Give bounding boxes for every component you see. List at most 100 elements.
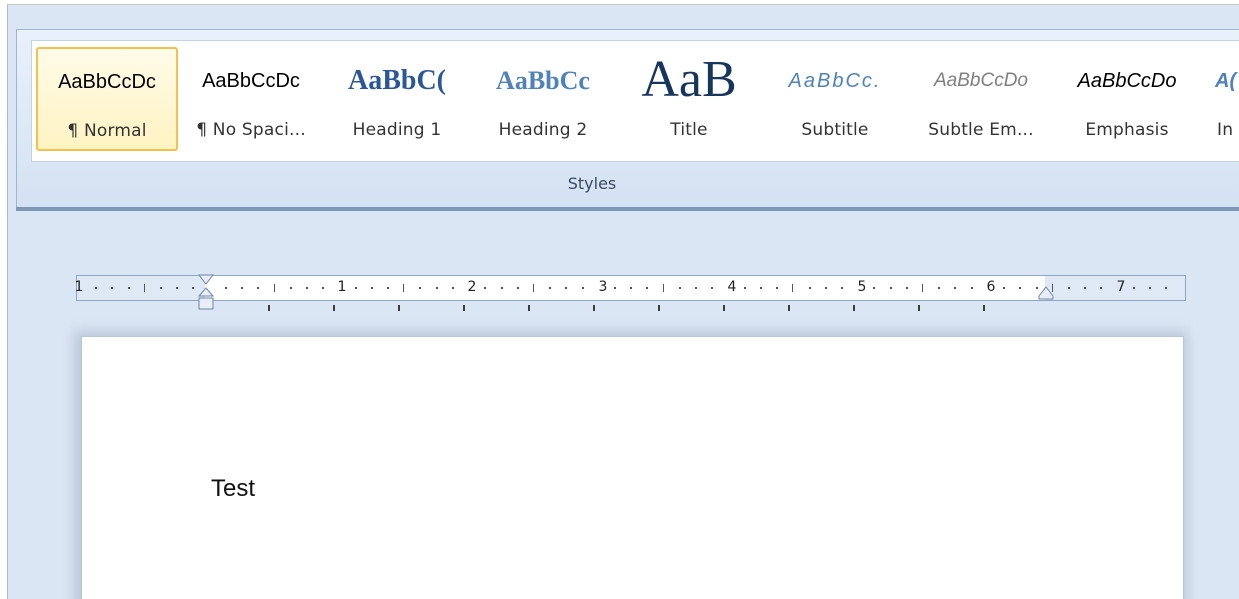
ruler-dot (938, 287, 941, 289)
default-tab-stop (398, 305, 400, 311)
ruler-dot (1100, 287, 1103, 289)
ruler-dot (695, 287, 698, 289)
style-title[interactable]: AaB Title (624, 47, 754, 151)
style-no-spacing-sample: AaBbCcDc (202, 69, 300, 92)
ruler-number: 2 (467, 279, 477, 295)
style-normal[interactable]: AaBbCcDc ¶ Normal (36, 47, 178, 151)
ruler-dot (95, 287, 98, 289)
horizontal-ruler[interactable]: 1 1 2 3 4 5 6 7 (75, 274, 1186, 310)
ruler-half-tick (403, 284, 405, 292)
style-heading-1-label: Heading 1 (352, 120, 442, 140)
left-indent-marker-icon[interactable] (198, 274, 214, 314)
ruler-dot (711, 287, 714, 289)
style-subtitle-label: Subtitle (801, 120, 869, 140)
styles-gallery: AaBbCcDc ¶ Normal AaBbCcDc ¶ No Spaci...… (31, 40, 1239, 162)
style-no-spacing[interactable]: AaBbCcDc ¶ No Spaci... (186, 47, 316, 151)
ruler-dot (678, 287, 681, 289)
style-subtle-emphasis-sample: AaBbCcDo (934, 70, 1028, 91)
right-indent-marker-icon[interactable] (1038, 286, 1054, 300)
style-heading-1[interactable]: AaBbC( Heading 1 (332, 47, 462, 151)
style-title-sample: AaB (641, 50, 737, 108)
ruler-dot (905, 287, 908, 289)
ruler-dot (776, 287, 779, 289)
ruler-number: 3 (598, 279, 608, 295)
ruler-number: 7 (1116, 279, 1126, 295)
ribbon-divider (16, 207, 1239, 211)
ruler-number: 4 (727, 279, 737, 295)
ruler-dot (549, 287, 552, 289)
ruler-half-tick (532, 284, 534, 292)
ruler-dot (1149, 287, 1152, 289)
ruler-dot (516, 287, 519, 289)
ruler-dot (451, 287, 454, 289)
ruler-half-tick (922, 284, 924, 292)
ruler-dot (1019, 287, 1022, 289)
default-tab-stop (333, 305, 335, 311)
style-subtitle[interactable]: AaBbCc. Subtitle (770, 47, 900, 151)
style-sample: AaBbCc. (771, 52, 899, 110)
document-text[interactable]: Test (211, 475, 255, 503)
ribbon-styles-group: AaBbCcDc ¶ Normal AaBbCcDc ¶ No Spaci...… (16, 29, 1239, 208)
ruler-dot (241, 287, 244, 289)
style-sample: AaBbCc (479, 52, 607, 110)
default-tab-stop (918, 305, 920, 311)
ruler-dot (192, 287, 195, 289)
default-tab-stop (528, 305, 530, 311)
style-subtitle-sample: AaBbCc. (788, 69, 882, 92)
style-subtle-emphasis[interactable]: AaBbCcDo Subtle Em... (916, 47, 1046, 151)
ruler-dot (305, 287, 308, 289)
default-tab-stop (983, 305, 985, 311)
ruler-dot (743, 287, 746, 289)
style-sample: AaBbCcDo (917, 52, 1045, 110)
ruler-dot (840, 287, 843, 289)
default-tab-stop (593, 305, 595, 311)
ruler-dot (419, 287, 422, 289)
style-heading-2[interactable]: AaBbCc Heading 2 (478, 47, 608, 151)
style-intense-sample: A( (1215, 69, 1237, 92)
ruler-dot (500, 287, 503, 289)
ruler-dot (565, 287, 568, 289)
ruler-half-tick (143, 284, 145, 292)
ruler-dot (111, 287, 114, 289)
style-emphasis[interactable]: AaBbCcDo Emphasis (1062, 47, 1192, 151)
style-intense-label: In (1217, 120, 1234, 140)
style-sample: AaB (625, 48, 753, 114)
ruler-dot (873, 287, 876, 289)
style-intense-partial[interactable]: A( In (1208, 47, 1239, 151)
ruler-dot (322, 287, 325, 289)
ruler-dot (160, 287, 163, 289)
ruler-dot (484, 287, 487, 289)
ruler-dot (127, 287, 130, 289)
document-page[interactable]: Test (81, 336, 1184, 599)
ruler-dot (435, 287, 438, 289)
default-tab-stop (658, 305, 660, 311)
ruler-dot (646, 287, 649, 289)
styles-group-label: Styles (567, 174, 617, 193)
style-heading-2-sample: AaBbCc (496, 66, 590, 95)
ruler-half-tick (273, 284, 275, 292)
default-tab-stop (463, 305, 465, 311)
ruler-dot (224, 287, 227, 289)
ruler-dot (257, 287, 260, 289)
default-tab-stop (268, 305, 270, 311)
ruler-dot (970, 287, 973, 289)
ruler-dot (1003, 287, 1006, 289)
ruler-half-tick (662, 284, 664, 292)
style-sample: AaBbCcDo (1063, 52, 1191, 110)
default-tab-stop (853, 305, 855, 311)
ruler-dot (387, 287, 390, 289)
ruler-dot (1165, 287, 1168, 289)
ruler-dot (370, 287, 373, 289)
ruler-number: 5 (857, 279, 867, 295)
ruler-dot (954, 287, 957, 289)
ruler-dot (354, 287, 357, 289)
ruler-dot (889, 287, 892, 289)
ruler-dot (824, 287, 827, 289)
style-title-label: Title (670, 120, 708, 140)
ruler-dot (759, 287, 762, 289)
ruler-dot (581, 287, 584, 289)
style-normal-label: ¶ Normal (67, 121, 147, 141)
style-emphasis-label: Emphasis (1085, 120, 1169, 140)
ruler-dot (176, 287, 179, 289)
ruler-dot (808, 287, 811, 289)
